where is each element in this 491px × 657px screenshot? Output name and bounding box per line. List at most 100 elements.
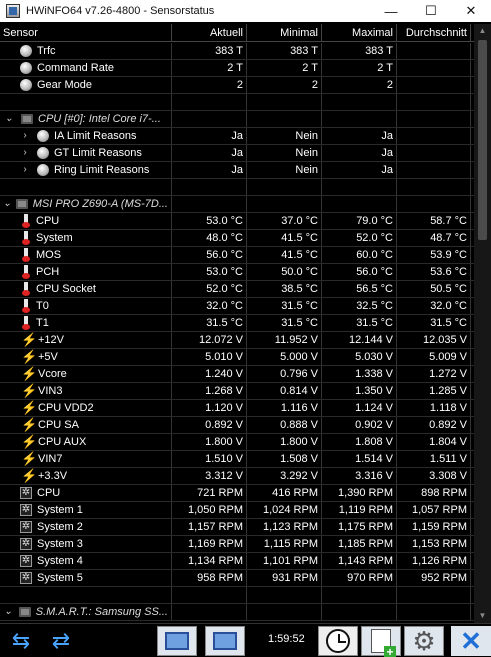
current-value: Ja (172, 128, 247, 144)
current-value (172, 94, 247, 110)
reset-clock-button[interactable] (318, 626, 358, 656)
sensor-row[interactable]: ⚡ CPU AUX 1.800 V 1.800 V 1.808 V 1.804 V (0, 434, 474, 451)
sensor-row[interactable]: T1 31.5 °C 31.5 °C 31.5 °C 31.5 °C (0, 315, 474, 332)
sensor-row[interactable]: › IA Limit Reasons Ja Nein Ja (0, 128, 474, 145)
sensor-row[interactable]: › Ring Limit Reasons Ja Nein Ja (0, 162, 474, 179)
sensor-row[interactable]: ⚡ +5V 5.010 V 5.000 V 5.030 V 5.009 V (0, 349, 474, 366)
sensor-name-cell: Trfc (0, 43, 172, 59)
minimize-button[interactable]: — (371, 0, 411, 22)
report-button[interactable] (361, 626, 401, 657)
current-value: 48.0 °C (172, 230, 247, 246)
fan-icon: ✲ (20, 538, 32, 550)
sensor-label: Command Rate (37, 62, 115, 74)
sensor-row[interactable]: ⚡ +12V 12.072 V 11.952 V 12.144 V 12.035 V (0, 332, 474, 349)
sensor-name-cell: ✲ System 3 (0, 536, 172, 552)
sensor-name-cell: ✲ System 5 (0, 570, 172, 586)
sensor-label: PCH (36, 266, 60, 278)
sensor-label: VIN7 (38, 453, 63, 465)
sensor-row[interactable]: ⚡ CPU SA 0.892 V 0.888 V 0.902 V 0.892 V (0, 417, 474, 434)
scroll-down-icon[interactable]: ▼ (474, 609, 491, 623)
avg-value: 1.285 V (397, 383, 471, 399)
min-value (247, 196, 322, 212)
sensor-label: System (36, 232, 73, 244)
current-value: 31.5 °C (172, 315, 247, 331)
collapse-chevron-icon[interactable]: ⌄ (3, 111, 15, 127)
network-button[interactable] (205, 626, 245, 656)
sensor-row[interactable]: Command Rate 2 T2 T2 T (0, 60, 474, 77)
sensor-row[interactable]: › GT Limit Reasons Ja Nein Ja (0, 145, 474, 162)
max-value: 1.514 V (322, 451, 397, 467)
forward-arrows-icon[interactable]: ⇄ (44, 626, 78, 656)
lightning-icon: ⚡ (21, 349, 38, 364)
sensor-row[interactable]: Trfc 383 T 383 T 383 T (0, 43, 474, 60)
column-header: Sensor Aktuell Minimal Maximal Durchschn… (0, 24, 474, 42)
sensor-group-row[interactable]: ⌄ CPU [#0]: Intel Core i7-... (0, 111, 474, 128)
circle-icon (37, 147, 49, 159)
current-value: 5.010 V (172, 349, 247, 365)
avg-value (397, 77, 471, 93)
sensor-row[interactable]: CPU Socket 52.0 °C 38.5 °C 56.5 °C 50.5 °C (0, 281, 474, 298)
current-value (172, 111, 247, 127)
min-value (247, 604, 322, 620)
sensor-label: Gear Mode (37, 79, 93, 91)
lightning-icon: ⚡ (21, 332, 38, 347)
column-average[interactable]: Durchschnitt (397, 24, 471, 42)
sensor-group-row[interactable]: ⌄ MSI PRO Z690-A (MS-7D... (0, 196, 474, 213)
sensor-row[interactable]: ⚡ CPU VDD2 1.120 V 1.116 V 1.124 V 1.118 V (0, 400, 474, 417)
current-value: 383 T (172, 43, 247, 59)
sensor-row[interactable]: ✲ CPU 721 RPM 416 RPM 1,390 RPM 898 RPM (0, 485, 474, 502)
sensor-row[interactable]: ✲ System 4 1,134 RPM 1,101 RPM 1,143 RPM 1,12… (0, 553, 474, 570)
close-button[interactable]: ✕ (451, 626, 491, 656)
sensor-group-row[interactable]: ⌄ S.M.A.R.T.: Samsung SS... (0, 604, 474, 621)
sensor-row[interactable]: T0 32.0 °C 31.5 °C 32.5 °C 32.0 °C (0, 298, 474, 315)
sensor-row[interactable]: CPU 53.0 °C 37.0 °C 79.0 °C 58.7 °C (0, 213, 474, 230)
column-sensor[interactable]: Sensor (0, 24, 172, 42)
sensor-name-cell: T1 (0, 315, 172, 331)
max-value: 1,175 RPM (322, 519, 397, 535)
sensor-row[interactable]: Gear Mode 2 2 2 (0, 77, 474, 94)
max-value: 0.902 V (322, 417, 397, 433)
min-value: 38.5 °C (247, 281, 322, 297)
close-window-button[interactable]: ✕ (451, 0, 491, 22)
sensor-row[interactable]: ⚡ Vcore 1.240 V 0.796 V 1.338 V 1.272 V (0, 366, 474, 383)
sensor-row[interactable]: ✲ System 5 958 RPM 931 RPM 970 RPM 952 RPM (0, 570, 474, 587)
sensor-name-cell: ⚡ VIN7 (0, 451, 172, 467)
avg-value: 3.308 V (397, 468, 471, 484)
expand-chevron-icon[interactable]: › (19, 162, 31, 178)
min-value: Nein (247, 128, 322, 144)
sensor-row[interactable]: ✲ System 3 1,169 RPM 1,115 RPM 1,185 RPM 1,15… (0, 536, 474, 553)
sensor-row[interactable]: PCH 53.0 °C 50.0 °C 56.0 °C 53.6 °C (0, 264, 474, 281)
sensor-row[interactable]: ⚡ VIN7 1.510 V 1.508 V 1.514 V 1.511 V (0, 451, 474, 468)
column-maximum[interactable]: Maximal (322, 24, 397, 42)
avg-value: 48.7 °C (397, 230, 471, 246)
sensor-row[interactable]: ✲ System 1 1,050 RPM 1,024 RPM 1,119 RPM 1,05… (0, 502, 474, 519)
sensor-name-cell: › GT Limit Reasons (0, 145, 172, 161)
collapse-chevron-icon[interactable]: ⌄ (3, 604, 13, 620)
expand-chevron-icon[interactable]: › (19, 128, 31, 144)
avg-value: 50.5 °C (397, 281, 471, 297)
sensor-row[interactable]: ⚡ VIN3 1.268 V 0.814 V 1.350 V 1.285 V (0, 383, 474, 400)
fan-icon: ✲ (20, 521, 32, 533)
current-value: 958 RPM (172, 570, 247, 586)
sensor-label: T0 (36, 300, 49, 312)
sensor-row[interactable]: MOS 56.0 °C 41.5 °C 60.0 °C 53.9 °C (0, 247, 474, 264)
scroll-up-icon[interactable]: ▲ (474, 24, 491, 38)
column-minimum[interactable]: Minimal (247, 24, 322, 42)
vertical-scrollbar[interactable]: ▲ ▼ (474, 24, 491, 623)
scroll-thumb[interactable] (478, 40, 487, 240)
settings-button[interactable]: ⚙ (404, 626, 444, 656)
current-value: 1,050 RPM (172, 502, 247, 518)
column-current[interactable]: Aktuell (172, 24, 247, 42)
collapse-chevron-icon[interactable]: ⌄ (3, 196, 11, 212)
sensor-row[interactable]: ⚡ +3.3V 3.312 V 3.292 V 3.316 V 3.308 V (0, 468, 474, 485)
sensor-name-cell: ⚡ CPU VDD2 (0, 400, 172, 416)
back-arrows-icon[interactable]: ⇆ (2, 626, 40, 656)
expand-chevron-icon[interactable]: › (19, 145, 31, 161)
monitor-button[interactable] (157, 626, 197, 656)
max-value (322, 179, 397, 195)
monitor-icon (165, 632, 189, 650)
sensor-row[interactable]: System 48.0 °C 41.5 °C 52.0 °C 48.7 °C (0, 230, 474, 247)
avg-value (397, 587, 471, 603)
maximize-button[interactable]: ☐ (411, 0, 451, 22)
sensor-row[interactable]: ✲ System 2 1,157 RPM 1,123 RPM 1,175 RPM 1,15… (0, 519, 474, 536)
